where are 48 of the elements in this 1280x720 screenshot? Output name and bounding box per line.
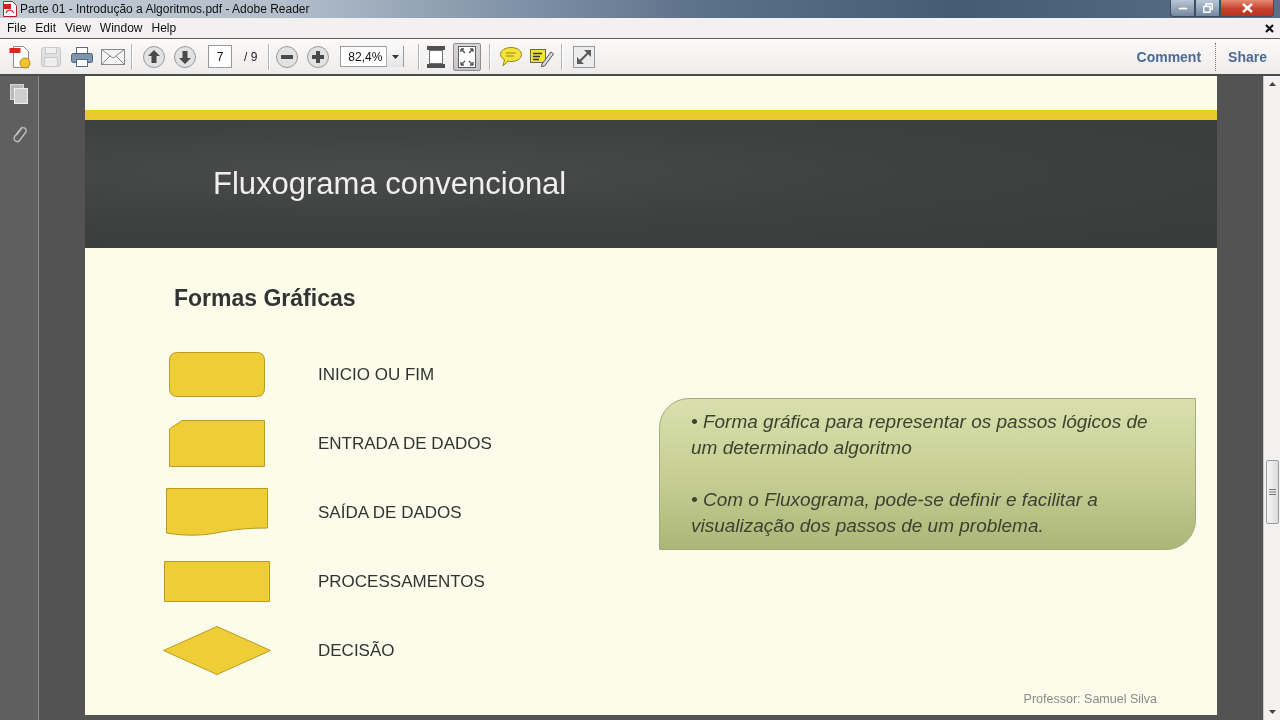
down-triangle-icon[interactable] [1268,710,1276,714]
zoom-dropdown-button[interactable] [386,46,404,67]
envelope-icon [101,48,125,65]
menu-item[interactable]: File [7,21,27,35]
scrollbar-thumb[interactable] [1265,460,1279,524]
section-heading: Formas Gráficas [174,285,356,311]
grip-icon [1268,489,1276,495]
menu-item[interactable]: View [65,21,91,35]
window-title: Parte 01 - Introdução a Algoritmos.pdf - Adobe Reader [20,2,310,16]
fit-page-button[interactable] [453,42,482,71]
paperclip-icon[interactable] [11,124,27,144]
plus-icon [307,45,330,68]
shape-label: PROCESSAMENTOS [318,571,485,592]
minus-icon [276,45,299,68]
author-credit: Professor: Samuel Silva [1023,692,1157,707]
pdf-document-icon [3,1,17,17]
menu-item[interactable]: Help [151,21,177,35]
printer-icon [71,46,93,67]
shape-label: ENTRADA DE DADOS [318,433,492,454]
close-icon[interactable] [1265,23,1274,33]
close-button[interactable] [1220,0,1274,17]
speech-bubble-icon [500,46,523,67]
bullet-text: • Forma gráfica para representar os passos lógicos de um determinado algoritmo [691,410,1149,460]
diagonal-arrows-icon [573,45,596,68]
minimize-icon [1177,6,1188,10]
toolbar-link[interactable]: Comment [1136,48,1202,65]
up-triangle-icon[interactable] [1268,82,1276,86]
restore-button[interactable] [1195,0,1220,17]
shape-label: INICIO OU FIM [318,364,435,385]
minimize-button[interactable] [1170,0,1195,17]
bullet-text: • Com o Fluxograma, pode-se definir e facilitar a visualização dos passos de um problema. [691,488,1099,538]
menu-item[interactable]: Edit [35,21,57,35]
shape-label: SAÍDA DE DADOS [318,502,462,523]
document-star-icon [9,44,31,69]
shape-label: DECISÃO [318,640,395,661]
slide-title: Fluxograma convencional [213,166,567,202]
zoom-field[interactable]: 82,4% [340,46,405,67]
close-icon [1241,3,1253,13]
page-bars-icon [427,45,446,68]
page-arrows-icon [458,45,477,68]
page-count: / 9 [244,49,258,64]
restore-icon [1202,3,1213,13]
toolbar-link[interactable]: Share [1228,48,1267,65]
note-pencil-icon [530,46,555,67]
page-number-field[interactable]: 7 [208,45,232,68]
pages-icon[interactable] [10,84,28,104]
menu-item[interactable]: Window [99,21,143,35]
caret-icon [391,54,399,59]
